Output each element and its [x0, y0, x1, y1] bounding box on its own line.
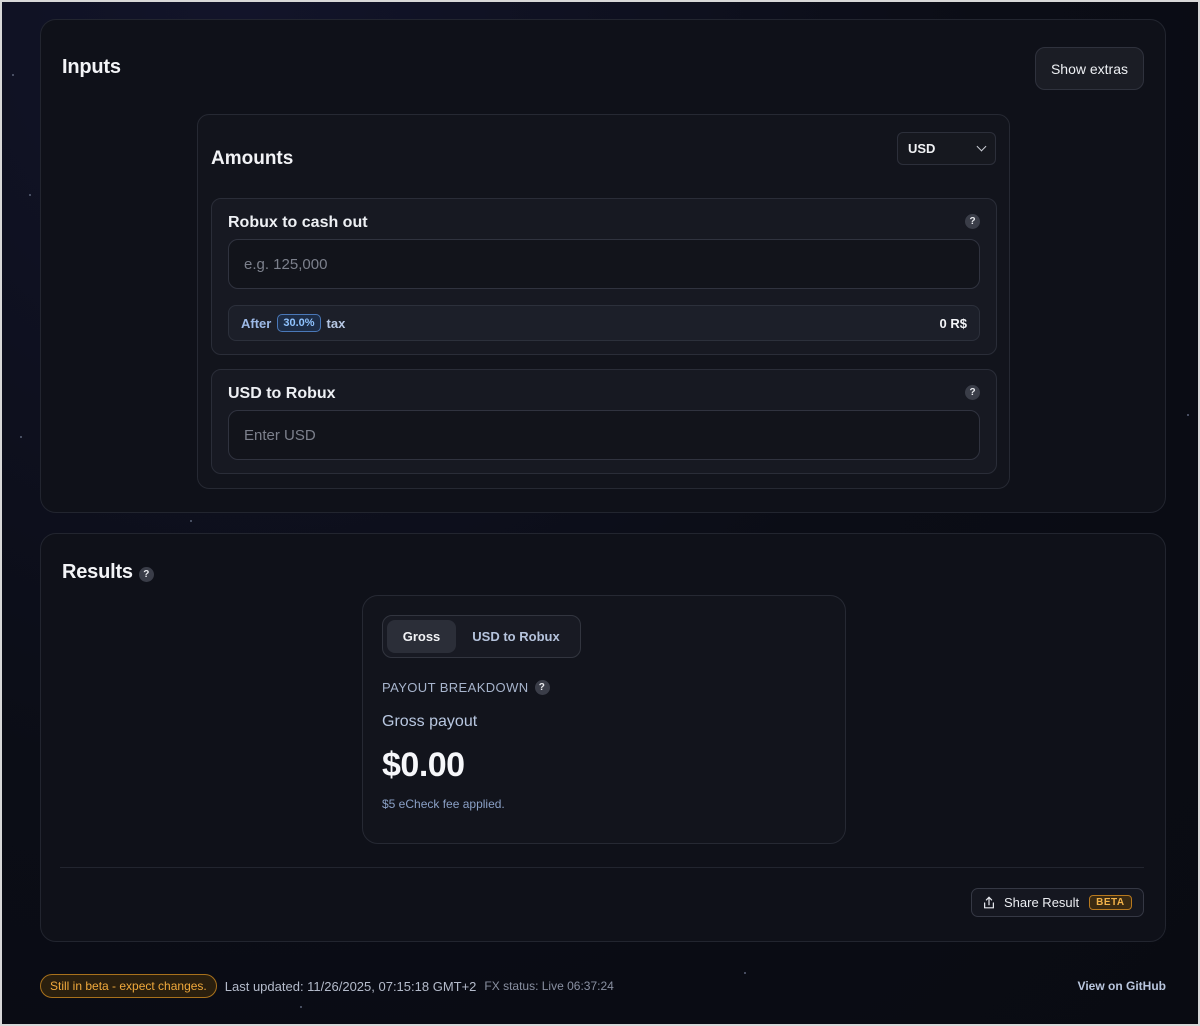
last-updated-text: Last updated: 11/26/2025, 07:15:18 GMT+2	[224, 978, 477, 994]
github-link[interactable]: View on GitHub	[1078, 979, 1166, 993]
usd-to-robux-card: USD to Robux ?	[211, 369, 997, 474]
share-result-button[interactable]: Share Result BETA	[971, 888, 1144, 917]
help-icon[interactable]: ?	[138, 567, 154, 582]
result-mode-toggle: Gross USD to Robux	[382, 615, 581, 658]
currency-value: USD	[908, 141, 936, 156]
gross-payout-label: Gross payout	[382, 713, 478, 730]
payout-breakdown-header: PAYOUT BREAKDOWN ?	[382, 680, 550, 695]
beta-notice-badge: Still in beta - expect changes.	[40, 974, 217, 998]
usd-to-robux-title: USD to Robux	[228, 385, 336, 402]
tab-gross[interactable]: Gross	[387, 620, 456, 653]
star-decoration	[1187, 414, 1189, 416]
star-decoration	[29, 194, 31, 196]
tax-label: tax	[326, 315, 346, 331]
robux-input[interactable]	[244, 255, 979, 273]
chevron-down-icon	[976, 141, 987, 152]
after-label: After	[241, 315, 272, 331]
app-frame: Inputs Show extras Amounts USD Robux to …	[0, 0, 1200, 1026]
help-icon[interactable]: ?	[965, 214, 980, 229]
results-panel: Results ? Gross USD to Robux PAYOUT BREA…	[40, 533, 1166, 942]
star-decoration	[12, 74, 14, 76]
payout-breakdown-label: PAYOUT BREAKDOWN	[382, 680, 529, 695]
footer: Still in beta - expect changes. Last upd…	[40, 974, 1166, 998]
help-icon[interactable]: ?	[965, 385, 980, 400]
amounts-card: Amounts USD Robux to cash out ? After 30…	[197, 114, 1010, 489]
usd-input-wrapper	[228, 410, 980, 460]
tax-percent-badge: 30.0%	[277, 314, 321, 332]
payout-card: Gross USD to Robux PAYOUT BREAKDOWN ? Gr…	[362, 595, 846, 844]
after-tax-row: After 30.0% tax 0 R$	[228, 305, 980, 341]
divider	[60, 867, 1144, 868]
results-title: Results	[62, 561, 133, 583]
show-extras-button[interactable]: Show extras	[1035, 47, 1144, 90]
gross-payout-value: $0.00	[382, 746, 465, 784]
currency-select[interactable]: USD	[897, 132, 996, 165]
star-decoration	[300, 1006, 302, 1008]
star-decoration	[20, 436, 22, 438]
help-icon[interactable]: ?	[534, 680, 550, 695]
robux-input-wrapper	[228, 239, 980, 289]
after-tax-value: 0 R$	[939, 315, 967, 331]
robux-cashout-card: Robux to cash out ? After 30.0% tax 0 R$	[211, 198, 997, 355]
inputs-panel: Inputs Show extras Amounts USD Robux to …	[40, 19, 1166, 513]
share-result-label: Share Result	[1004, 895, 1080, 910]
usd-input[interactable]	[244, 426, 979, 444]
share-icon	[984, 896, 994, 908]
fee-note: $5 eCheck fee applied.	[382, 797, 505, 811]
fx-status-text: FX status: Live 06:37:24	[484, 979, 614, 993]
tab-usd-to-robux[interactable]: USD to Robux	[456, 620, 576, 653]
star-decoration	[190, 520, 192, 522]
results-header: Results ?	[62, 561, 154, 584]
beta-badge: BETA	[1089, 895, 1132, 910]
amounts-title: Amounts	[211, 148, 294, 169]
robux-cashout-title: Robux to cash out	[228, 214, 368, 231]
inputs-title: Inputs	[62, 56, 121, 78]
